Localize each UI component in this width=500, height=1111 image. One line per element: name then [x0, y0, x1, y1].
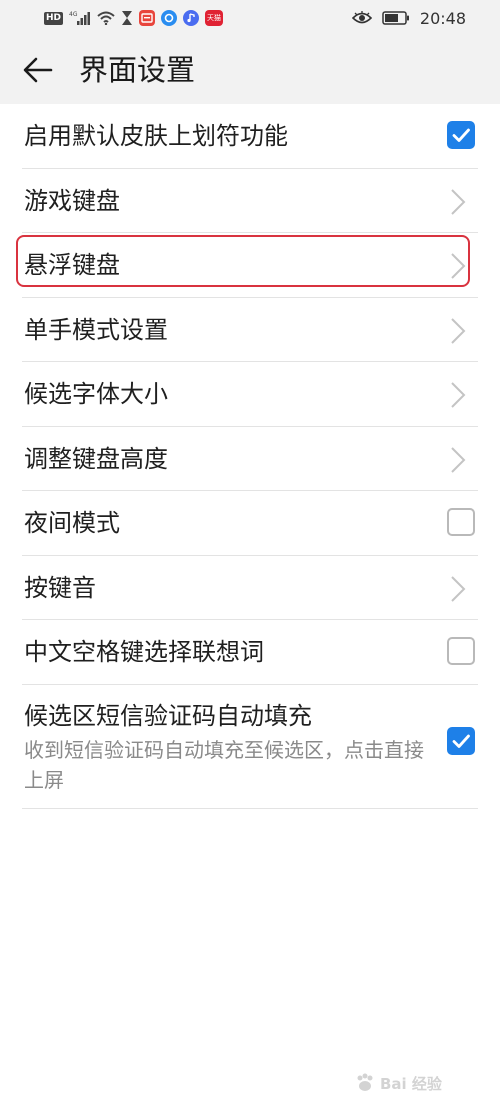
chevron-right-icon	[451, 253, 466, 279]
page-title: 界面设置	[79, 53, 196, 87]
checkmark-icon	[452, 128, 470, 142]
hd-badge: HD	[44, 11, 64, 25]
setting-label: 中文空格键选择联想词	[24, 638, 264, 666]
setting-one-hand-mode[interactable]: 单手模式设置	[0, 298, 500, 362]
status-left-icons: HD 4G 天猫	[44, 9, 224, 27]
music-notification-icon	[183, 10, 200, 26]
watermark-text: Bai 经验	[380, 1074, 442, 1093]
eye-comfort-icon	[351, 11, 372, 24]
screen: HD 4G 天猫 20:48 界面设置 启用默认皮肤上划符功能 游戏键盘 悬浮键…	[0, 0, 500, 1111]
space-prediction-checkbox[interactable]	[447, 637, 475, 665]
setting-skin-swipe-symbol[interactable]: 启用默认皮肤上划符功能	[0, 104, 500, 169]
status-right-icons: 20:48	[351, 8, 466, 28]
chevron-right-icon	[451, 317, 466, 344]
battery-icon	[382, 11, 409, 25]
chevron-right-icon	[451, 575, 466, 602]
skin-swipe-checkbox[interactable]	[447, 121, 475, 149]
checkmark-icon	[452, 734, 470, 748]
setting-label: 悬浮键盘	[24, 251, 120, 279]
setting-label: 候选字体大小	[24, 380, 168, 408]
tmall-label: 天猫	[207, 14, 222, 22]
setting-label: 单手模式设置	[24, 315, 168, 344]
clock: 20:48	[419, 8, 466, 28]
status-bar: HD 4G 天猫 20:48	[0, 0, 500, 36]
setting-label: 调整键盘高度	[24, 444, 168, 473]
wifi-icon	[97, 11, 115, 25]
setting-description: 收到短信验证码自动填充至候选区，点击直接上屏	[24, 737, 424, 792]
tmall-notification-icon: 天猫	[205, 10, 224, 26]
chevron-right-icon	[451, 382, 466, 408]
divider	[22, 807, 478, 809]
app-header: 界面设置	[0, 36, 500, 104]
watermark: Bai 经验	[354, 1069, 474, 1097]
hourglass-icon	[122, 11, 133, 25]
signal-icon: 4G	[69, 11, 91, 25]
network-type-label: 4G	[69, 11, 78, 18]
setting-candidate-font-size[interactable]: 候选字体大小	[0, 362, 500, 427]
setting-game-keyboard[interactable]: 游戏键盘	[0, 169, 500, 233]
setting-key-sound[interactable]: 按键音	[0, 556, 500, 620]
sms-autofill-checkbox[interactable]	[447, 726, 475, 755]
paw-logo-icon	[357, 1073, 373, 1091]
setting-label: 启用默认皮肤上划符功能	[24, 122, 288, 150]
setting-night-mode[interactable]: 夜间模式	[0, 491, 500, 556]
setting-label: 游戏键盘	[24, 186, 120, 215]
night-mode-checkbox[interactable]	[447, 508, 475, 536]
setting-keyboard-height[interactable]: 调整键盘高度	[0, 427, 500, 491]
setting-label: 候选区短信验证码自动填充	[24, 701, 312, 730]
app-notification-icon	[139, 10, 156, 26]
back-arrow-icon[interactable]	[22, 56, 54, 84]
setting-label: 按键音	[24, 573, 96, 602]
setting-floating-keyboard[interactable]: 悬浮键盘	[0, 233, 500, 298]
setting-label: 夜间模式	[24, 509, 120, 537]
setting-sms-code-autofill[interactable]: 候选区短信验证码自动填充 收到短信验证码自动填充至候选区，点击直接上屏	[0, 685, 500, 809]
browser-notification-icon	[161, 10, 178, 26]
chevron-right-icon	[451, 446, 466, 473]
setting-space-select-prediction[interactable]: 中文空格键选择联想词	[0, 620, 500, 685]
settings-list: 启用默认皮肤上划符功能 游戏键盘 悬浮键盘 单手模式设置 候选字体大小 调整键盘…	[0, 104, 500, 809]
chevron-right-icon	[451, 188, 466, 215]
